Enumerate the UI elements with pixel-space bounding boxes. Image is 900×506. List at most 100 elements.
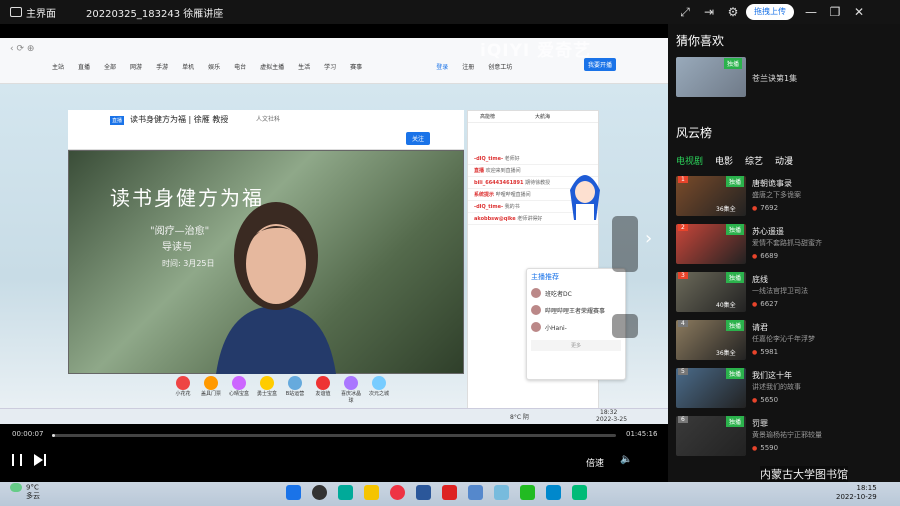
rank-item[interactable]: 4 独播 36集全 请君任嘉伦李沁千年浮梦 5981 [676,318,896,366]
pause-icon[interactable] [12,454,22,466]
folder-icon[interactable] [364,485,379,500]
app-icon[interactable] [442,485,457,500]
rank-number: 5 [678,368,688,375]
minimize-icon[interactable]: — [804,5,818,19]
weather-condition: 多云 [26,492,40,500]
rank-desc: 盛唐之下多诡案 [752,191,801,199]
rank-tab[interactable]: 电影 [715,154,733,167]
gift-item[interactable]: B站运营 [284,376,306,408]
creator-link[interactable]: 创意工坊 [488,62,512,71]
gift-item[interactable]: 小花花 [172,376,194,408]
camera-icon[interactable] [612,216,638,272]
follow-button[interactable]: 关注 [406,132,431,145]
login-link[interactable]: 登录 [436,62,448,71]
rank-item[interactable]: 3 独播 40集全 底线一线法官捍卫司法 6627 [676,270,896,318]
episode-count: 40集全 [716,302,736,309]
recommend-item[interactable]: 小Hani- [527,319,625,336]
volume-icon[interactable]: 🔈 [620,454,632,465]
close-icon[interactable]: ✕ [852,5,866,19]
chat-tab[interactable]: 高能榜 [480,111,495,122]
next-icon[interactable] [34,454,43,466]
screenshot-side-icon[interactable] [612,314,638,338]
app-icon[interactable] [468,485,483,500]
nav-item[interactable]: 学习 [324,62,336,71]
rank-title: 我们这十年 [752,371,792,380]
rank-item[interactable]: 2 独播苏心遥遥爱情不套路抓马甜蜜齐 6689 [676,222,896,270]
edge-icon[interactable] [338,485,353,500]
rank-tab[interactable]: 综艺 [745,154,763,167]
weather-widget[interactable]: 9°C 多云 [10,483,40,500]
rank-desc: 爱情不套路抓马甜蜜齐 [752,239,822,247]
screenshot-icon[interactable]: ⤢ [678,5,692,19]
weather-icon [10,483,22,492]
app-icon[interactable] [494,485,509,500]
upload-button[interactable]: 拖拽上传 [746,4,794,20]
nav-item[interactable]: 虚拟主播 [260,62,284,71]
settings-icon[interactable]: ⚙ [726,5,740,19]
stream-name: 读书身健方为福 | 徐雁 教授 [130,115,229,124]
nav-item[interactable]: 手游 [156,62,168,71]
gift-item[interactable]: 盖具门票 [200,376,222,408]
episode-count: 36集全 [716,350,736,357]
more-button[interactable]: 更多 [531,340,621,351]
home-button[interactable]: 主界面 [10,5,56,20]
rank-title: 风云榜 [676,126,713,140]
restore-icon[interactable]: ❐ [828,5,842,19]
rank-item[interactable]: 6 独播罚罪黄景瑜杨祐宁正邪较量 5590 [676,414,896,462]
nav-item[interactable]: 单机 [182,62,194,71]
chrome-icon[interactable] [390,485,405,500]
home-icon [10,7,22,17]
search-icon[interactable] [312,485,327,500]
nav-item[interactable]: 生活 [298,62,310,71]
system-clock[interactable]: 18:15 2022-10-29 [836,484,877,502]
speed-button[interactable]: 倍速 [586,456,604,469]
gift-item[interactable]: 友谊值 [312,376,334,408]
hot-score: 6689 [752,252,778,260]
nav-item[interactable]: 娱乐 [208,62,220,71]
iqiyi-icon[interactable] [572,485,587,500]
rank-tab[interactable]: 电视剧 [676,154,703,167]
recommend-item[interactable]: 班吃者DC [527,285,625,302]
app-icon[interactable] [546,485,561,500]
recommend-item[interactable]: 哔哩哔哩王者荣耀赛事 [527,302,625,319]
nav-item[interactable]: 全部 [104,62,116,71]
progress-fill [52,434,55,437]
progress-bar[interactable] [52,434,616,437]
nav-item[interactable]: 赛事 [350,62,362,71]
window-toolbar: ⤢ ⇥ ⚙ 拖拽上传 — ❐ ✕ [668,0,900,24]
browser-nav-icons[interactable]: ‹ ⟳ ⊕ [10,44,34,54]
nav-item[interactable]: 电台 [234,62,246,71]
rank-desc: 一线法官捍卫司法 [752,287,808,295]
rank-number: 2 [678,224,688,231]
rank-item[interactable]: 1 独播 36集全 唐朝诡事录盛唐之下多诡案 7692 [676,174,896,222]
gift-item[interactable]: 心晴宝盒 [228,376,250,408]
current-time: 00:00:07 [12,430,44,438]
gift-item[interactable]: 次元之城 [368,376,390,408]
inner-weather: 8°C 阴 [510,414,529,421]
rank-desc: 黄景瑜杨祐宁正邪较量 [752,431,822,439]
chat-tab[interactable]: 大航海 [535,111,550,122]
exclusive-badge: 独播 [726,416,745,427]
gift-item[interactable]: 勇士宝盒 [256,376,278,408]
hot-score: 5650 [752,396,778,404]
rank-item[interactable]: 5 独播我们这十年讲述我们的故事 5650 [676,366,896,414]
nav-item[interactable]: 主站 [52,62,64,71]
guess-item-title[interactable]: 苍兰诀第1集 [752,73,797,84]
nav-item[interactable]: 网游 [130,62,142,71]
share-icon[interactable]: ⇥ [702,5,716,19]
next-arrow-icon[interactable]: › [645,228,652,249]
wechat-icon[interactable] [520,485,535,500]
exclusive-badge: 独播 [726,272,745,283]
gift-item[interactable]: 喜庆冰晶球 [340,376,362,408]
nav-item[interactable]: 直播 [78,62,90,71]
hot-score: 7692 [752,204,778,212]
guess-title: 猜你喜欢 [676,34,725,48]
exclusive-badge: 独播 [726,176,745,187]
stream-category[interactable]: 人文社科 [256,114,280,123]
windows-start-icon[interactable] [286,485,301,500]
signup-link[interactable]: 注册 [462,62,474,71]
rank-tab[interactable]: 动漫 [775,154,793,167]
exclusive-badge: 独播 [726,224,745,235]
word-icon[interactable] [416,485,431,500]
next-bar-icon [44,454,46,466]
